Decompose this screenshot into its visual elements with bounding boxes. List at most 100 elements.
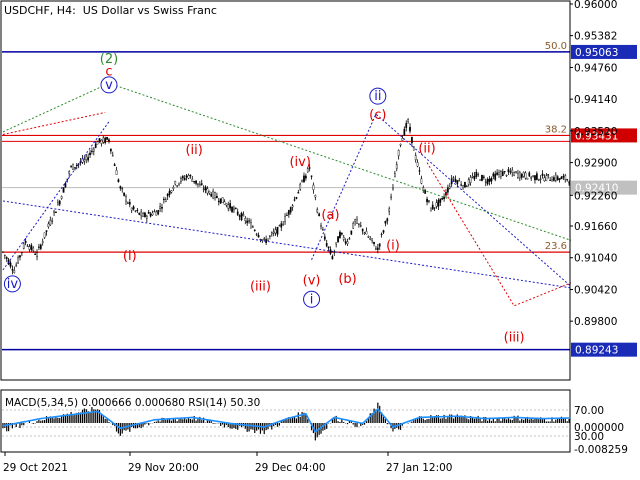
candle-body (53, 210, 55, 213)
candle-body (252, 226, 254, 228)
candle-body (34, 254, 36, 256)
candle-body (501, 171, 504, 177)
candle-body (411, 136, 413, 144)
candle-body (456, 180, 459, 185)
candle-body (545, 175, 548, 181)
candle-body (236, 211, 239, 215)
candle-body (289, 207, 292, 213)
candle-body (244, 218, 247, 222)
candle-body (471, 176, 474, 178)
candle-body (511, 169, 514, 173)
candle-body (560, 176, 563, 180)
candle-body (543, 177, 546, 182)
candle-body (32, 247, 35, 252)
wave-label: (a) (321, 208, 339, 223)
y-tick-label: 0.95382 (574, 31, 617, 43)
candle-body (441, 197, 444, 200)
candle-body (104, 137, 107, 143)
indicator-label: MACD(5,34,5) 0.000666 0.000680 RSI(14) 5… (5, 397, 260, 409)
x-tick-label: 29 Oct 2021 (3, 462, 68, 474)
candle-body (431, 204, 434, 210)
candle-body (87, 157, 90, 161)
y-tick-label: 0.90420 (574, 284, 617, 296)
candle-body (359, 225, 362, 227)
candle-body (214, 192, 216, 198)
candle-body (102, 137, 105, 143)
candle-body (539, 178, 542, 180)
candle-body (435, 202, 438, 207)
candle-body (473, 175, 476, 180)
wave-path (2, 111, 106, 135)
wave-label: ii (374, 89, 381, 104)
candle-body (454, 179, 457, 183)
candle-body (551, 179, 553, 182)
candle-body (176, 185, 178, 187)
candle-body (28, 246, 31, 250)
candle-body (524, 172, 527, 179)
candle-body (15, 264, 18, 267)
candle-body (287, 210, 290, 215)
candle-body (180, 178, 182, 183)
candle-body (159, 206, 161, 209)
y-tick-label: 0.89800 (574, 316, 617, 328)
candle-body (197, 183, 199, 185)
wave-label: (i) (386, 239, 400, 254)
candle-body (335, 242, 338, 245)
candle-body (517, 173, 519, 178)
candle-body (36, 252, 38, 257)
candle-body (344, 241, 347, 244)
symbol: USDCHF (4, 4, 50, 17)
candle-body (424, 190, 427, 194)
candle-body (240, 212, 243, 221)
candle-body (231, 206, 233, 212)
timeframe: H4 (56, 4, 73, 17)
candle-body (340, 232, 343, 235)
candle-body (178, 182, 180, 185)
candle-body (208, 190, 211, 194)
candle-body (85, 156, 88, 160)
candle-body (503, 171, 506, 173)
candle-body (47, 223, 50, 228)
candle-body (229, 203, 232, 209)
candle-body (303, 175, 305, 183)
y-tick-label: 0.92260 (574, 190, 617, 202)
candle-body (293, 199, 296, 201)
candle-body (407, 118, 409, 122)
candle-body (227, 204, 230, 209)
candle-body (223, 201, 226, 205)
candle-body (113, 164, 116, 167)
candle-body (399, 143, 402, 146)
candle-body (405, 123, 408, 128)
candle-body (348, 238, 351, 240)
candle-body (488, 178, 491, 182)
candle-body (443, 196, 445, 200)
candle-body (363, 232, 366, 234)
candle-body (354, 219, 356, 222)
candle-body (433, 207, 436, 209)
candle-body (331, 256, 334, 260)
indicator-tick-label: 30.00 (574, 431, 604, 443)
candle-body (185, 175, 188, 178)
candle-body (108, 139, 110, 142)
price-tag-label: 0.95063 (575, 47, 618, 59)
x-tick-label: 29 Nov 20:00 (128, 462, 199, 474)
candle-body (138, 212, 141, 215)
candle-body (89, 152, 91, 156)
chart-area: 50.00.9506338.20.9343123.60.892430.92410… (0, 0, 637, 474)
candle-body (191, 178, 194, 182)
candle-body (337, 236, 339, 243)
candle-body (505, 174, 508, 177)
candle-body (225, 203, 228, 206)
candle-body (526, 177, 529, 180)
candle-body (11, 269, 14, 271)
y-tick-label: 0.93520 (574, 126, 617, 138)
candle-body (38, 246, 40, 248)
candle-body (467, 179, 470, 185)
candle-body (392, 187, 394, 191)
candle-body (259, 238, 262, 241)
candle-body (151, 212, 154, 216)
candle-body (128, 202, 131, 205)
candle-body (161, 206, 163, 209)
candle-body (365, 231, 368, 235)
candle-body (181, 176, 184, 179)
